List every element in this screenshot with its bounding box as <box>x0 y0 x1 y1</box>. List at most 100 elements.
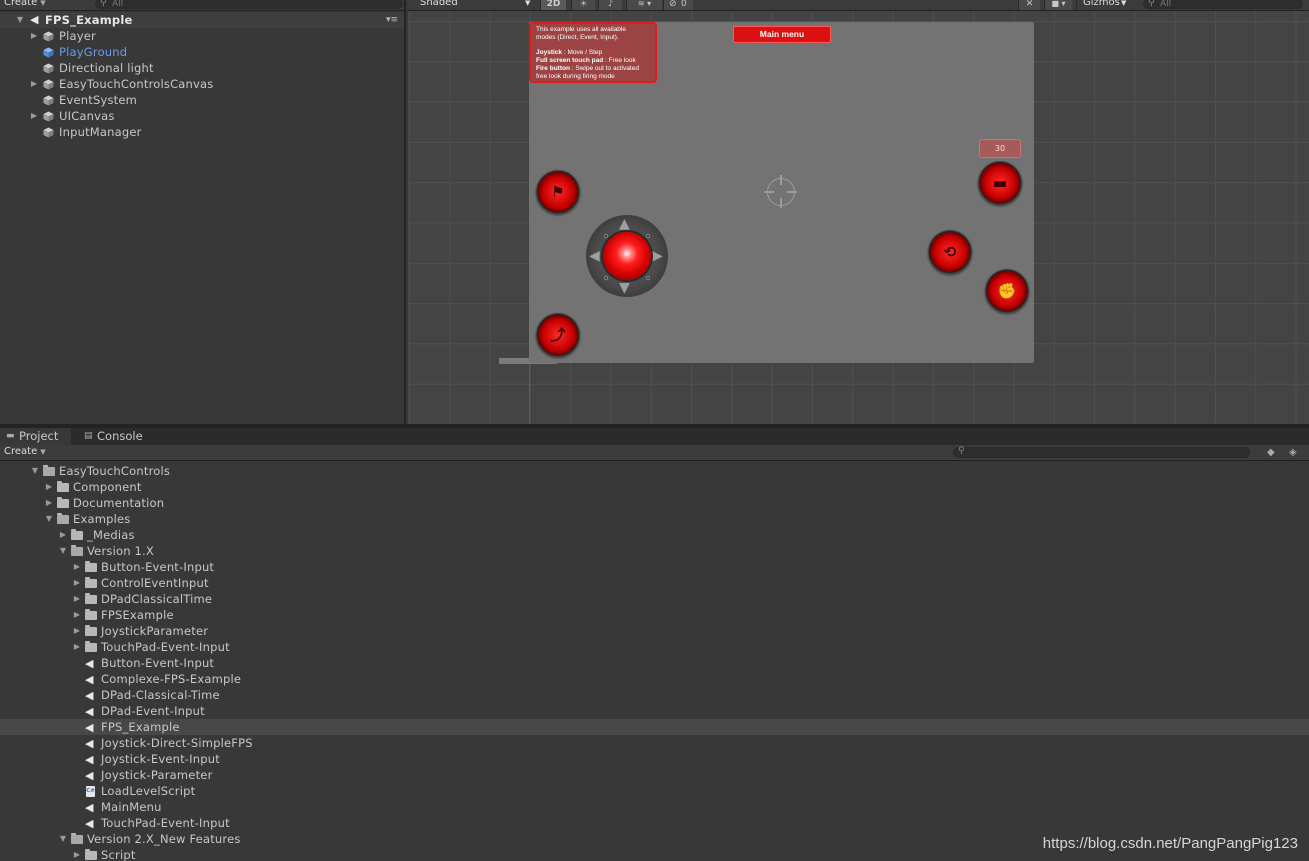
foldout-collapsed-icon[interactable]: ▶ <box>72 847 82 861</box>
tab-project[interactable]: ▬ Project <box>0 428 71 445</box>
foldout-collapsed-icon[interactable]: ▶ <box>58 527 68 543</box>
project-folder-row[interactable]: ▼ Examples <box>0 511 1309 527</box>
project-search-input[interactable]: ⚲ <box>953 446 1250 458</box>
main-menu-button[interactable]: Main menu <box>733 26 831 43</box>
scene-view-panel: Shaded ▼ 2D ☀ ♪ ≋ ▾ ⊘ 0 ✕ ■ ▾ Gizmos ▼ ⚲… <box>408 0 1309 424</box>
info-touchpad-label: Full screen touch pad <box>536 56 604 64</box>
gameobject-cube-icon <box>43 31 54 42</box>
unity-scene-icon: ◀ <box>85 817 94 830</box>
hidden-objects-toggle[interactable]: ⊘ 0 <box>663 0 693 10</box>
project-asset-row[interactable]: ◀ DPad-Classical-Time <box>0 687 1309 703</box>
scene-search-input[interactable]: ⚲ All <box>1143 0 1303 9</box>
info-touchpad-line: Full screen touch pad : Free look <box>536 57 650 65</box>
foldout-collapsed-icon[interactable]: ▶ <box>72 623 82 639</box>
joystick-thumb[interactable] <box>603 232 651 280</box>
main-menu-label: Main menu <box>759 29 805 39</box>
unity-editor-window: Create ▼ ⚲ All ▼ ◀ FPS_Example ▾≡ ▶ Player… <box>0 0 1309 861</box>
hierarchy-item[interactable]: Directional light <box>0 60 404 76</box>
project-asset-row[interactable]: ◀ FPS_Example <box>0 719 1309 735</box>
effects-dropdown-button[interactable]: ≋ ▾ <box>626 0 662 10</box>
project-asset-row[interactable]: ◀ Button-Event-Input <box>0 655 1309 671</box>
toggle-2d-button[interactable]: 2D <box>540 0 566 10</box>
project-asset-row[interactable]: ◀ Joystick-Event-Input <box>0 751 1309 767</box>
scene-name: FPS_Example <box>45 13 133 27</box>
folder-icon <box>57 497 69 508</box>
project-asset-row[interactable]: ◀ Joystick-Parameter <box>0 767 1309 783</box>
project-folder-row[interactable]: ▶ FPSExample <box>0 607 1309 623</box>
camera-settings-dropdown[interactable]: ■ ▾ <box>1044 0 1072 10</box>
project-asset-row[interactable]: ◀ DPad-Event-Input <box>0 703 1309 719</box>
foldout-collapsed-icon[interactable]: ▶ <box>44 495 54 511</box>
foldout-collapsed-icon[interactable]: ▶ <box>72 607 82 623</box>
foldout-collapsed-icon[interactable]: ▶ <box>72 591 82 607</box>
search-by-label-icon[interactable]: ◈ <box>1289 447 1297 458</box>
audio-toggle-button[interactable]: ♪ <box>598 0 622 10</box>
foldout-collapsed-icon[interactable]: ▶ <box>72 639 82 655</box>
project-item-label: Examples <box>73 512 131 526</box>
scene-menu-icon[interactable]: ▾≡ <box>386 12 398 28</box>
project-asset-row[interactable]: ◀ TouchPad-Event-Input <box>0 815 1309 831</box>
gizmos-dropdown[interactable]: Gizmos ▼ <box>1076 0 1128 10</box>
foldout-collapsed-icon[interactable]: ▶ <box>72 559 82 575</box>
project-folder-row[interactable]: ▶ _Medias <box>0 527 1309 543</box>
folder-icon <box>71 833 83 844</box>
scene-header-row[interactable]: ▼ ◀ FPS_Example ▾≡ <box>0 12 404 28</box>
foldout-collapsed-icon[interactable]: ▶ <box>44 479 54 495</box>
project-create-dropdown[interactable]: Create ▼ <box>4 446 46 457</box>
project-folder-row[interactable]: ▶ ControlEventInput <box>0 575 1309 591</box>
project-asset-row[interactable]: C# LoadLevelScript <box>0 783 1309 799</box>
project-asset-row[interactable]: ◀ Joystick-Direct-SimpleFPS <box>0 735 1309 751</box>
hierarchy-item[interactable]: ▶ EasyTouchControlsCanvas <box>0 76 404 92</box>
project-asset-row[interactable]: ◀ MainMenu <box>0 799 1309 815</box>
movement-joystick[interactable]: ▲ ▼ ◀ ▶ <box>586 215 668 297</box>
foldout-expanded-icon[interactable]: ▼ <box>15 12 25 28</box>
hierarchy-item[interactable]: ▶ Player <box>0 28 404 44</box>
hierarchy-item[interactable]: PlayGround <box>0 44 404 60</box>
foldout-collapsed-icon[interactable]: ▶ <box>29 28 39 44</box>
hierarchy-create-dropdown[interactable]: Create ▼ <box>4 0 46 8</box>
foldout-expanded-icon[interactable]: ▼ <box>30 463 40 479</box>
camera-icon: ■ ▾ <box>1051 0 1066 8</box>
project-item-label: ControlEventInput <box>101 576 209 590</box>
hierarchy-item[interactable]: ▶ UICanvas <box>0 108 404 124</box>
foldout-expanded-icon[interactable]: ▼ <box>58 831 68 847</box>
project-folder-row[interactable]: ▶ Button-Event-Input <box>0 559 1309 575</box>
reload-button[interactable]: ⟲ <box>928 230 972 274</box>
project-item-label: Version 1.X <box>87 544 154 558</box>
project-folder-row[interactable]: ▶ Documentation <box>0 495 1309 511</box>
ammo-count: 30 <box>994 144 1006 153</box>
project-folder-row[interactable]: ▶ Component <box>0 479 1309 495</box>
project-folder-row[interactable]: ▶ JoystickParameter <box>0 623 1309 639</box>
tab-console[interactable]: ▤ Console <box>78 428 148 445</box>
folder-icon <box>43 465 55 476</box>
project-folder-row[interactable]: ▼ EasyTouchControls <box>0 463 1309 479</box>
lighting-toggle-button[interactable]: ☀ <box>571 0 595 10</box>
foldout-collapsed-icon[interactable]: ▶ <box>29 108 39 124</box>
project-item-label: TouchPad-Event-Input <box>101 816 230 830</box>
unity-scene-icon: ◀ <box>85 689 94 702</box>
grenade-button[interactable]: ✊ <box>985 269 1029 313</box>
hierarchy-item[interactable]: InputManager <box>0 124 404 140</box>
shading-mode-dropdown[interactable]: Shaded ▼ <box>408 0 535 10</box>
jump-icon: ⤴ <box>550 326 566 344</box>
tools-button[interactable]: ✕ <box>1018 0 1040 10</box>
foldout-collapsed-icon[interactable]: ▶ <box>72 575 82 591</box>
project-folder-row[interactable]: ▼ Version 1.X <box>0 543 1309 559</box>
hierarchy-item-label: EasyTouchControlsCanvas <box>59 77 214 91</box>
search-by-type-icon[interactable]: ◆ <box>1267 447 1275 458</box>
hierarchy-item[interactable]: EventSystem <box>0 92 404 108</box>
tab-label: Project <box>19 429 59 443</box>
foldout-expanded-icon[interactable]: ▼ <box>58 543 68 559</box>
info-fire-desc: : Swipe out to activated <box>571 64 639 72</box>
hierarchy-search-input[interactable]: ⚲ All <box>95 0 403 9</box>
foldout-collapsed-icon[interactable]: ▶ <box>29 76 39 92</box>
project-folder-row[interactable]: ▶ TouchPad-Event-Input <box>0 639 1309 655</box>
eye-hidden-icon: ⊘ <box>669 0 677 9</box>
run-button[interactable]: ⚑ <box>536 170 580 214</box>
foldout-expanded-icon[interactable]: ▼ <box>44 511 54 527</box>
jump-button[interactable]: ⤴ <box>536 313 580 357</box>
project-folder-row[interactable]: ▶ DPadClassicalTime <box>0 591 1309 607</box>
speaker-icon: ♪ <box>607 0 614 8</box>
fire-button[interactable]: ▬ <box>978 161 1022 205</box>
project-asset-row[interactable]: ◀ Complexe-FPS-Example <box>0 671 1309 687</box>
